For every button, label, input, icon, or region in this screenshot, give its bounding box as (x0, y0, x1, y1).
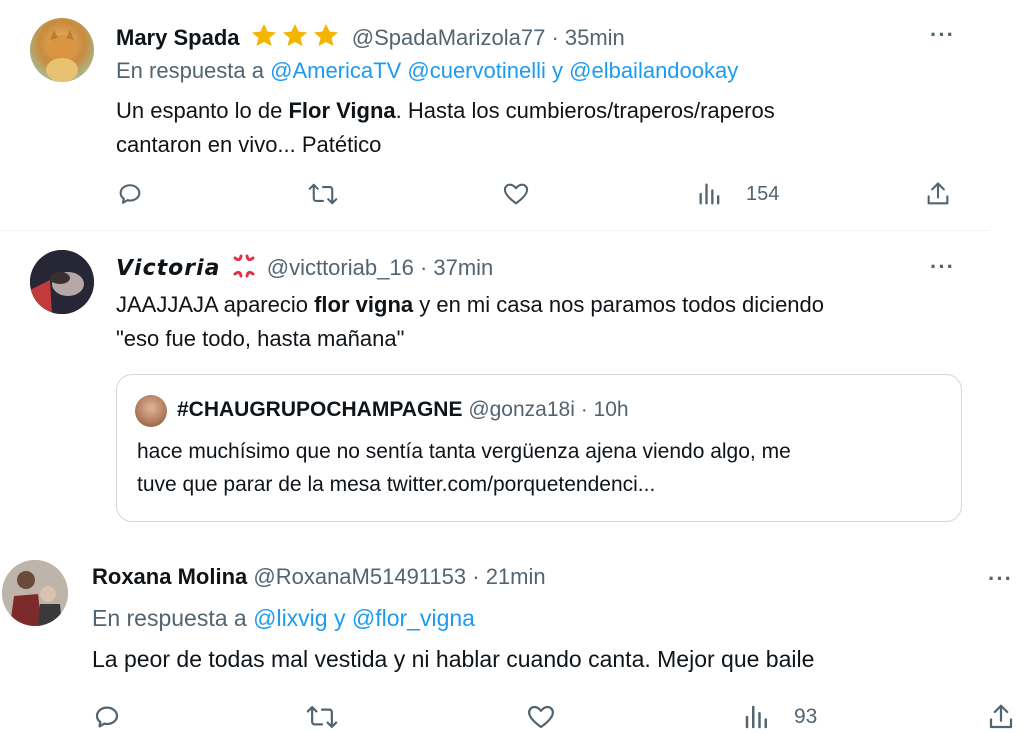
reply-context-label: En respuesta a (92, 605, 247, 631)
anger-icon (231, 254, 257, 284)
handle[interactable]: @victtoriab_16 (267, 255, 414, 280)
like-button[interactable] (502, 180, 530, 208)
analytics-icon (745, 705, 767, 729)
display-name[interactable]: Mary Spada (116, 25, 240, 50)
quoted-text: hace muchísimo que no sentía tanta vergü… (137, 435, 791, 501)
reply-and: y (552, 58, 563, 83)
tweet-text-part: JAAJJAJA aparecio (116, 292, 315, 317)
timestamp[interactable]: · 35min (551, 25, 624, 50)
reply-icon (119, 184, 141, 204)
analytics-icon (699, 183, 720, 205)
reply-button[interactable] (116, 180, 144, 208)
more-options-icon[interactable]: ··· (988, 566, 1013, 592)
tweet-divider (0, 230, 990, 231)
quoted-text-line2: tuve que parar de la mesa twitter.com/po… (137, 473, 656, 496)
avatar-image (30, 250, 94, 314)
views-button[interactable]: 93 (742, 702, 817, 732)
more-options-icon[interactable]: ··· (930, 22, 955, 48)
tweet-text-part: Un espanto lo de (116, 98, 289, 123)
tweet-text: La peor de todas mal vestida y ni hablar… (92, 646, 815, 672)
reply-mention-flor-vigna[interactable]: @flor_vigna (352, 605, 475, 631)
retweet-icon (308, 183, 338, 205)
reply-mention-americatv[interactable]: @AmericaTV (270, 58, 401, 83)
timestamp[interactable]: · 37min (420, 255, 493, 280)
avatar[interactable] (2, 560, 68, 626)
quoted-handle[interactable]: @gonza18i (468, 398, 575, 421)
tweet-text-bold: Flor Vigna (288, 98, 396, 123)
views-count: 93 (794, 705, 818, 728)
tweet-text-part: y en mi casa nos paramos todos diciendo (413, 292, 825, 317)
handle[interactable]: @SpadaMarizola77 (352, 25, 546, 50)
display-name[interactable]: 𝙑𝙞𝙘𝙩𝙤𝙧𝙞𝙖 (116, 255, 220, 281)
quoted-avatar[interactable] (135, 395, 167, 427)
handle[interactable]: @RoxanaM51491153 (253, 564, 466, 589)
retweet-button[interactable] (306, 702, 338, 732)
star-badges (250, 22, 346, 54)
share-icon (989, 704, 1013, 729)
retweet-icon (306, 706, 338, 728)
avatar[interactable] (30, 18, 94, 82)
quoted-text-line1: hace muchísimo que no sentía tanta vergü… (137, 440, 791, 463)
avatar[interactable] (30, 250, 94, 314)
screenshot-gap (0, 536, 1023, 544)
reply-context-label: En respuesta a (116, 58, 264, 83)
star-icon (282, 24, 307, 46)
quoted-tweet[interactable]: #CHAUGRUPOCHAMPAGNE @gonza18i · 10h hace… (116, 374, 962, 522)
heart-icon (503, 183, 529, 205)
reply-and: y (333, 605, 346, 631)
heart-icon (528, 705, 554, 729)
tweet-text-part: . Hasta los cumbieros/traperos/raperos (395, 98, 775, 123)
reply-mention-cuervotinelli[interactable]: @cuervotinelli (407, 58, 546, 83)
reply-button[interactable] (92, 702, 122, 732)
avatar-image (2, 560, 68, 626)
tweet-text: Un espanto lo de Flor Vigna. Hasta los c… (116, 94, 775, 162)
avatar-image (46, 30, 78, 82)
views-count: 154 (746, 182, 780, 205)
share-button[interactable] (986, 702, 1016, 732)
reply-icon (95, 706, 119, 728)
tweet-text-line2: "eso fue todo, hasta mañana" (116, 326, 405, 351)
reply-mention-lixvig[interactable]: @lixvig (253, 605, 327, 631)
quoted-display-name[interactable]: #CHAUGRUPOCHAMPAGNE (177, 398, 462, 421)
tweet-text: JAAJJAJA aparecio flor vigna y en mi cas… (116, 288, 824, 356)
views-button[interactable]: 154 (696, 180, 779, 208)
display-name[interactable]: Roxana Molina (92, 564, 247, 589)
retweet-button[interactable] (308, 180, 338, 208)
share-icon (927, 182, 949, 205)
reply-mention-elbailandookay[interactable]: @elbailandookay (569, 58, 738, 83)
share-button[interactable] (924, 180, 952, 208)
tweet-text-line2: cantaron en vivo... Patético (116, 132, 382, 157)
star-icon (251, 24, 276, 46)
tweet-text-bold: flor vigna (314, 292, 414, 317)
quoted-timestamp[interactable]: · 10h (581, 398, 629, 421)
like-button[interactable] (526, 702, 556, 732)
timestamp[interactable]: · 21min (472, 564, 545, 589)
star-icon (313, 24, 338, 46)
more-options-icon[interactable]: ··· (930, 254, 955, 280)
